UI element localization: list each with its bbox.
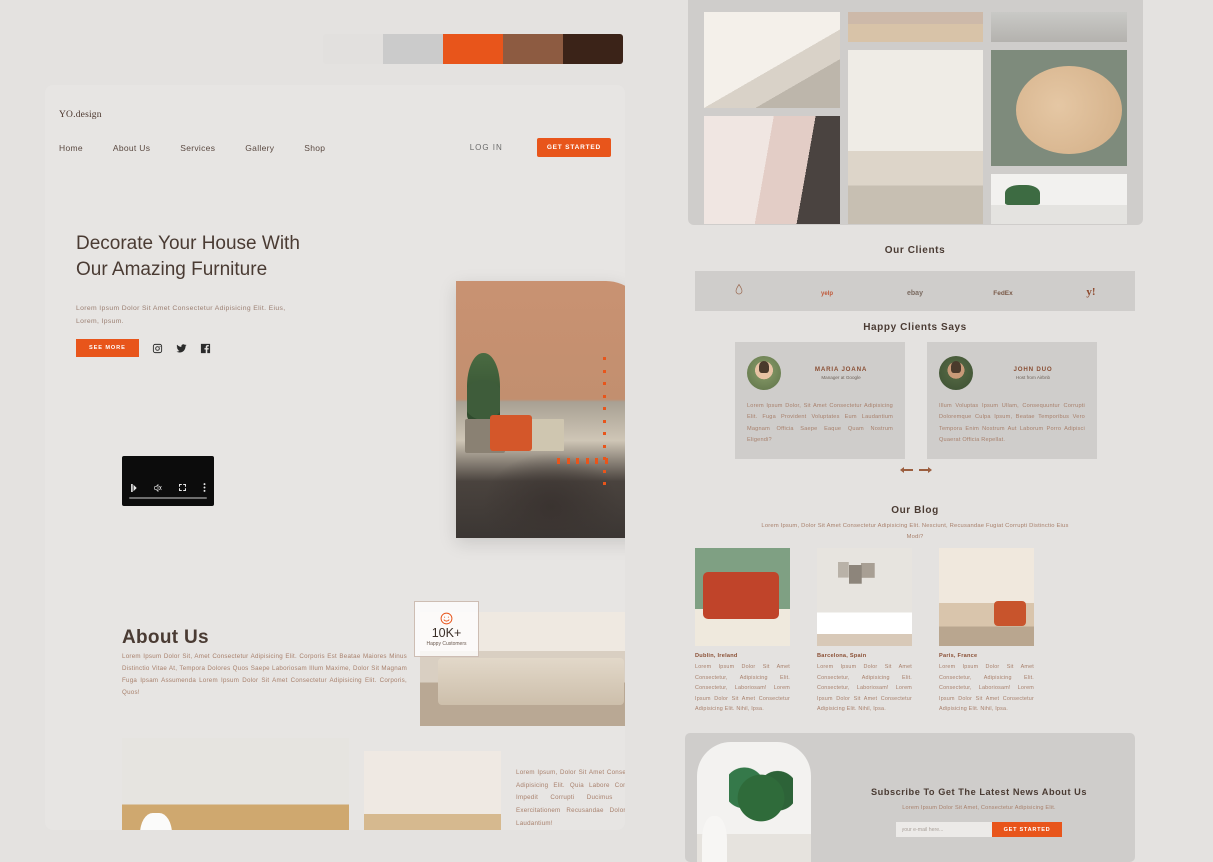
avatar bbox=[939, 356, 973, 390]
video-player[interactable] bbox=[122, 456, 214, 506]
masonry-image-grey-interior[interactable] bbox=[991, 12, 1127, 42]
blog-card[interactable]: Paris, France Lorem Ipsum Dolor Sit Amet… bbox=[939, 548, 1034, 715]
masonry-grid bbox=[704, 12, 1127, 224]
hero-title: Decorate Your House With Our Amazing Fur… bbox=[76, 233, 300, 280]
play-icon[interactable] bbox=[130, 483, 137, 492]
dot-decoration-vertical bbox=[603, 357, 606, 485]
palette-swatch-5 bbox=[563, 34, 623, 64]
avatar bbox=[747, 356, 781, 390]
email-input[interactable] bbox=[895, 822, 992, 838]
twitter-icon[interactable] bbox=[176, 343, 187, 354]
masonry-image-round-table[interactable] bbox=[991, 50, 1127, 166]
mute-icon[interactable] bbox=[154, 483, 162, 492]
video-progress-bar[interactable] bbox=[129, 497, 207, 499]
airbnb-logo[interactable] bbox=[695, 282, 783, 300]
facebook-icon[interactable] bbox=[200, 343, 211, 354]
palette-swatch-4 bbox=[503, 34, 563, 64]
hero-subtitle: Lorem Ipsum Dolor Sit Amet Consectetur A… bbox=[76, 305, 286, 325]
palette-swatch-3 bbox=[443, 34, 503, 64]
blog-image bbox=[695, 548, 790, 646]
mockup-canvas: Our Clients yelp ebay FedEx y! Happy Cli… bbox=[0, 0, 1213, 862]
homepage-panel: YO.design Home About Us Services Gallery… bbox=[45, 85, 625, 830]
masonry-image-bed[interactable] bbox=[704, 12, 840, 108]
blog-location: Dublin, Ireland bbox=[695, 653, 738, 659]
testimonial-name: JOHN DUO bbox=[1013, 366, 1053, 373]
main-navigation: Home About Us Services Gallery Shop LOG … bbox=[59, 138, 611, 157]
blog-subtitle: Lorem Ipsum, Dolor Sit Amet Consectetur … bbox=[761, 523, 1069, 540]
newsletter-image bbox=[697, 742, 811, 862]
newsletter-section: Subscribe To Get The Latest News About U… bbox=[685, 733, 1135, 862]
about-title: About Us bbox=[122, 627, 209, 648]
blog-location: Paris, France bbox=[939, 653, 978, 659]
testimonial-role: Manager at Google bbox=[821, 375, 861, 380]
fedex-logo[interactable]: FedEx bbox=[959, 282, 1047, 300]
nav-item-shop[interactable]: Shop bbox=[304, 143, 325, 153]
blog-text: Lorem Ipsum Dolor Sit Amet Consectetur, … bbox=[695, 664, 790, 713]
testimonial-navigation bbox=[900, 466, 932, 474]
yelp-logo[interactable]: yelp bbox=[783, 282, 871, 300]
testimonial-cards: MARIA JOANA Manager at Google Lorem Ipsu… bbox=[735, 342, 1097, 459]
newsletter-heading: Subscribe To Get The Latest News About U… bbox=[870, 787, 1088, 797]
see-more-button[interactable]: SEE MORE bbox=[76, 339, 139, 357]
blog-text: Lorem Ipsum Dolor Sit Amet Consectetur, … bbox=[939, 664, 1034, 713]
testimonial-role: Host from Airbnb bbox=[1015, 375, 1051, 380]
testimonial-card: JOHN DUO Host from Airbnb Illum Voluptas… bbox=[927, 342, 1097, 459]
palette-swatch-1 bbox=[323, 34, 383, 64]
newsletter-form: GET STARTED bbox=[835, 822, 1123, 838]
hero-image bbox=[456, 281, 625, 538]
palette-swatch-2 bbox=[383, 34, 443, 64]
masonry-image-chair[interactable] bbox=[847, 12, 984, 42]
more-icon[interactable] bbox=[203, 483, 206, 492]
newsletter-submit-button[interactable]: GET STARTED bbox=[991, 822, 1063, 838]
instagram-icon[interactable] bbox=[152, 343, 163, 354]
newsletter-subtext: Lorem Ipsum Dolor Sit Amet, Consectetur … bbox=[902, 805, 1056, 812]
gallery-image-dresser[interactable] bbox=[122, 738, 349, 830]
arrow-right-icon[interactable] bbox=[919, 466, 932, 474]
nav-item-about-us[interactable]: About Us bbox=[113, 143, 150, 153]
masonry-image-shelf[interactable] bbox=[991, 174, 1127, 224]
testimonial-name: MARIA JOANA bbox=[814, 366, 868, 373]
testimonial-quote: Lorem Ipsum Dolor, Sit Amet Consectetur … bbox=[747, 403, 893, 444]
happy-customers-badge: 10K+ Happy Customers bbox=[414, 601, 479, 657]
gallery-masonry-panel bbox=[688, 0, 1143, 225]
testimonial-quote: Illum Voluptas Ipsum Ullam, Consequuntur… bbox=[939, 403, 1085, 444]
site-logo[interactable]: YO.design bbox=[59, 110, 102, 120]
hero-actions: SEE MORE bbox=[76, 339, 211, 357]
blog-image bbox=[939, 548, 1034, 646]
login-link[interactable]: LOG IN bbox=[470, 143, 503, 152]
badge-number: 10K+ bbox=[431, 625, 462, 640]
blog-location: Barcelona, Spain bbox=[817, 653, 867, 659]
testimonial-card: MARIA JOANA Manager at Google Lorem Ipsu… bbox=[735, 342, 905, 459]
nav-item-services[interactable]: Services bbox=[180, 143, 215, 153]
masonry-image-dining-set[interactable] bbox=[704, 116, 840, 224]
gallery-text: Lorem Ipsum, Dolor Sit Amet Consectetur … bbox=[516, 769, 625, 827]
arrow-left-icon[interactable] bbox=[900, 466, 913, 474]
blog-card[interactable]: Dublin, Ireland Lorem Ipsum Dolor Sit Am… bbox=[695, 548, 790, 715]
testimonials-title: Happy Clients Says bbox=[863, 322, 967, 333]
blog-title: Our Blog bbox=[891, 505, 939, 516]
fullscreen-icon[interactable] bbox=[179, 484, 186, 491]
yahoo-logo[interactable]: y! bbox=[1047, 282, 1135, 300]
badge-caption: Happy Customers bbox=[426, 640, 467, 647]
get-started-button[interactable]: GET STARTED bbox=[536, 138, 611, 157]
blog-card[interactable]: Barcelona, Spain Lorem Ipsum Dolor Sit A… bbox=[817, 548, 912, 715]
blog-image bbox=[817, 548, 912, 646]
color-palette bbox=[323, 34, 623, 64]
gallery-image-dining-table[interactable] bbox=[364, 751, 501, 830]
masonry-image-bench[interactable] bbox=[847, 50, 984, 224]
nav-item-gallery[interactable]: Gallery bbox=[245, 143, 274, 153]
blog-text: Lorem Ipsum Dolor Sit Amet Consectetur, … bbox=[817, 664, 912, 713]
ebay-logo[interactable]: ebay bbox=[871, 282, 959, 300]
clients-title: Our Clients bbox=[884, 245, 946, 256]
smiley-icon bbox=[440, 612, 453, 624]
about-body: Lorem Ipsum Dolor Sit, Amet Consectetur … bbox=[122, 653, 407, 697]
blog-cards: Dublin, Ireland Lorem Ipsum Dolor Sit Am… bbox=[695, 548, 1135, 715]
dot-decoration-horizontal bbox=[557, 458, 614, 464]
nav-item-home[interactable]: Home bbox=[59, 143, 83, 153]
clients-logo-strip: yelp ebay FedEx y! bbox=[695, 271, 1135, 311]
